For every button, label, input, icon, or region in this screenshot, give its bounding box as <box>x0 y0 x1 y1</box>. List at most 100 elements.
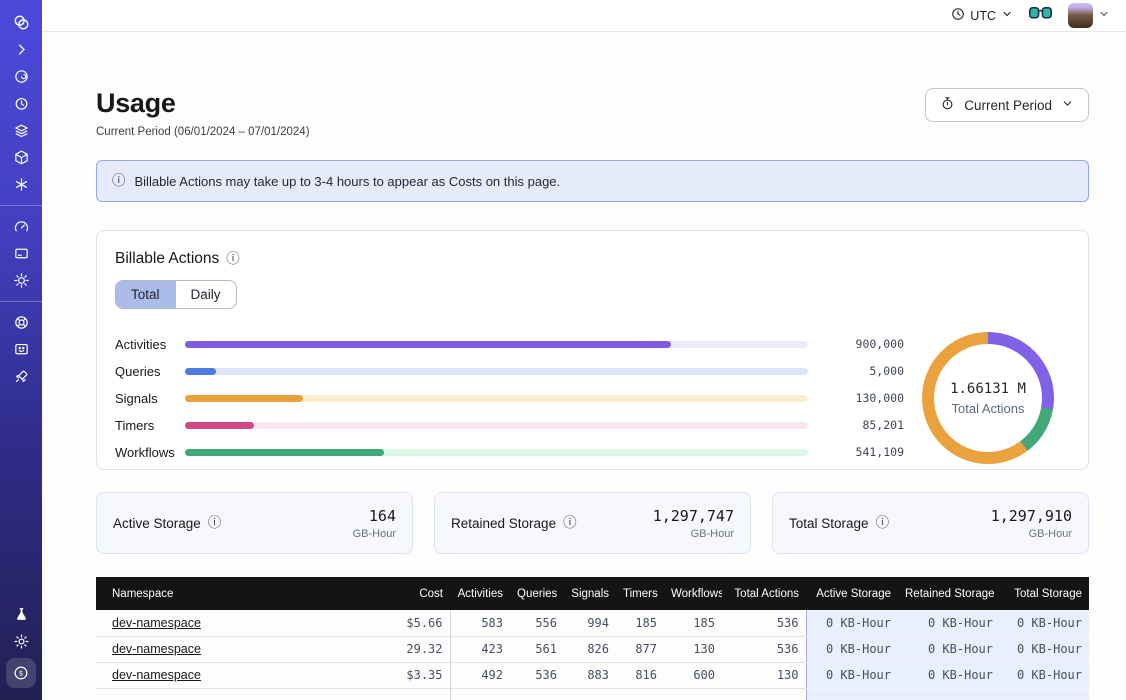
sidebar-expand-chevron-icon[interactable] <box>6 36 36 63</box>
bar-fill <box>185 368 216 375</box>
timezone-selector[interactable]: UTC <box>951 7 1013 24</box>
asterisk-icon[interactable] <box>6 171 36 198</box>
namespace-link[interactable]: dev-namespace <box>112 668 201 682</box>
column-header: Queries <box>510 577 564 610</box>
avatar[interactable] <box>1068 3 1093 28</box>
bar-row-workflows: Workflows541,109 <box>115 445 904 460</box>
tab-total[interactable]: Total <box>116 281 175 308</box>
table-row-clipped <box>96 688 1089 700</box>
billing-card-icon[interactable] <box>6 240 36 267</box>
page-header: Usage Current Period (06/01/2024 – 07/01… <box>96 88 1089 138</box>
storage-value-cell: 0 KB-Hour <box>898 662 1000 688</box>
donut-total-label: Total Actions <box>952 401 1025 416</box>
bar-row-activities: Activities900,000 <box>115 337 904 352</box>
column-header: Total Actions <box>722 577 806 610</box>
storage-card-label: Retained Storage ⓘ <box>451 516 577 531</box>
account-menu[interactable] <box>1068 3 1110 28</box>
reader-glasses-icon[interactable] <box>1029 6 1052 25</box>
info-icon[interactable]: ⓘ <box>208 516 222 530</box>
storage-value-cell: 0 KB-Hour <box>806 636 898 662</box>
usage-page: Usage Current Period (06/01/2024 – 07/01… <box>42 32 1126 700</box>
app-root: $ UTC Usage Current Period (06/01/2024 –… <box>0 0 1126 700</box>
value-cell: 536 <box>722 610 806 636</box>
column-header: Retained Storage <box>898 577 1000 610</box>
value-cell: 816 <box>616 662 664 688</box>
column-header: Active Storage <box>806 577 898 610</box>
stack-icon[interactable] <box>6 117 36 144</box>
storage-value-cell: 0 KB-Hour <box>1000 610 1089 636</box>
topbar: UTC <box>42 0 1126 32</box>
storage-card-label: Total Storage ⓘ <box>789 516 889 531</box>
table-body: dev-namespace$5.665835569941851855360 KB… <box>96 610 1089 700</box>
donut-center: 1.66131 M Total Actions <box>934 344 1042 452</box>
timezone-label: UTC <box>970 9 996 23</box>
storage-value-cell: 0 KB-Hour <box>806 662 898 688</box>
value-cell: 130 <box>722 662 806 688</box>
bar-row-queries: Queries5,000 <box>115 364 904 379</box>
usage-gauge-icon[interactable] <box>6 213 36 240</box>
value-cell: 185 <box>616 610 664 636</box>
bar-row-signals: Signals130,000 <box>115 391 904 406</box>
value-cell: 883 <box>564 662 616 688</box>
page-subtitle: Current Period (06/01/2024 – 07/01/2024) <box>96 126 310 138</box>
storage-card-unit: GB-Hour <box>991 528 1072 540</box>
value-cell: 185 <box>664 610 722 636</box>
theme-sun-icon[interactable] <box>6 628 36 655</box>
retained-storage-card: Retained Storage ⓘ 1,297,747 GB-Hour <box>434 492 751 554</box>
column-header: Total Storage <box>1000 577 1089 610</box>
cube-icon[interactable] <box>6 144 36 171</box>
value-cell: 826 <box>564 636 616 662</box>
value-cell: 561 <box>510 636 564 662</box>
billable-actions-title: Billable Actions ⓘ <box>115 250 1072 268</box>
namespaces-icon[interactable] <box>6 63 36 90</box>
feedback-icon[interactable] <box>6 336 36 363</box>
info-icon: ⓘ <box>112 174 126 188</box>
info-icon[interactable]: ⓘ <box>876 516 890 530</box>
value-cell: 877 <box>616 636 664 662</box>
bar-value: 5,000 <box>824 364 904 378</box>
stopwatch-icon <box>940 96 955 114</box>
tab-daily[interactable]: Daily <box>175 281 236 308</box>
table-row: dev-namespace$5.665835569941851855360 KB… <box>96 610 1089 636</box>
labs-flask-icon[interactable] <box>6 601 36 628</box>
namespace-cell: dev-namespace <box>96 610 334 636</box>
value-cell: 492 <box>450 662 510 688</box>
chevron-down-icon <box>1098 7 1110 25</box>
bar-label: Workflows <box>115 445 185 460</box>
info-banner: ⓘ Billable Actions may take up to 3-4 ho… <box>96 160 1089 202</box>
page-title: Usage <box>96 88 310 119</box>
value-cell: $5.66 <box>334 610 450 636</box>
bar-track <box>185 395 808 402</box>
storage-card-value: 1,297,747 <box>653 507 734 525</box>
temporal-logo-icon[interactable] <box>6 9 36 36</box>
value-cell: 600 <box>664 662 722 688</box>
storage-value-cell: 0 KB-Hour <box>1000 662 1089 688</box>
period-selector-button[interactable]: Current Period <box>925 88 1089 122</box>
storage-card-label-text: Active Storage <box>113 516 201 531</box>
support-lifebuoy-icon[interactable] <box>6 309 36 336</box>
value-cell: 536 <box>510 662 564 688</box>
namespace-link[interactable]: dev-namespace <box>112 616 201 630</box>
storage-value-cell: 0 KB-Hour <box>898 636 1000 662</box>
sidebar-divider <box>0 205 42 206</box>
getting-started-rocket-icon[interactable] <box>6 363 36 390</box>
total-actions-donut: 1.66131 M Total Actions <box>922 332 1054 464</box>
info-icon[interactable]: ⓘ <box>563 516 577 530</box>
storage-card-unit: GB-Hour <box>653 528 734 540</box>
storage-card-label-text: Total Storage <box>789 516 869 531</box>
bar-label: Signals <box>115 391 185 406</box>
donut-column: 1.66131 M Total Actions <box>904 332 1072 464</box>
bar-value: 85,201 <box>824 418 904 432</box>
value-cell: 423 <box>450 636 510 662</box>
info-icon[interactable]: ⓘ <box>226 252 240 266</box>
bar-label: Timers <box>115 418 185 433</box>
schedules-icon[interactable] <box>6 90 36 117</box>
table-header: NamespaceCostActivitiesQueriesSignalsTim… <box>96 577 1089 610</box>
pricing-coin-icon[interactable]: $ <box>6 658 36 688</box>
donut-total-value: 1.66131 M <box>950 381 1026 397</box>
namespace-link[interactable]: dev-namespace <box>112 642 201 656</box>
sidebar-divider <box>0 301 42 302</box>
settings-gear-icon[interactable] <box>6 267 36 294</box>
table-row: dev-namespace29.324235618268771305360 KB… <box>96 636 1089 662</box>
sidebar: $ <box>0 0 42 700</box>
